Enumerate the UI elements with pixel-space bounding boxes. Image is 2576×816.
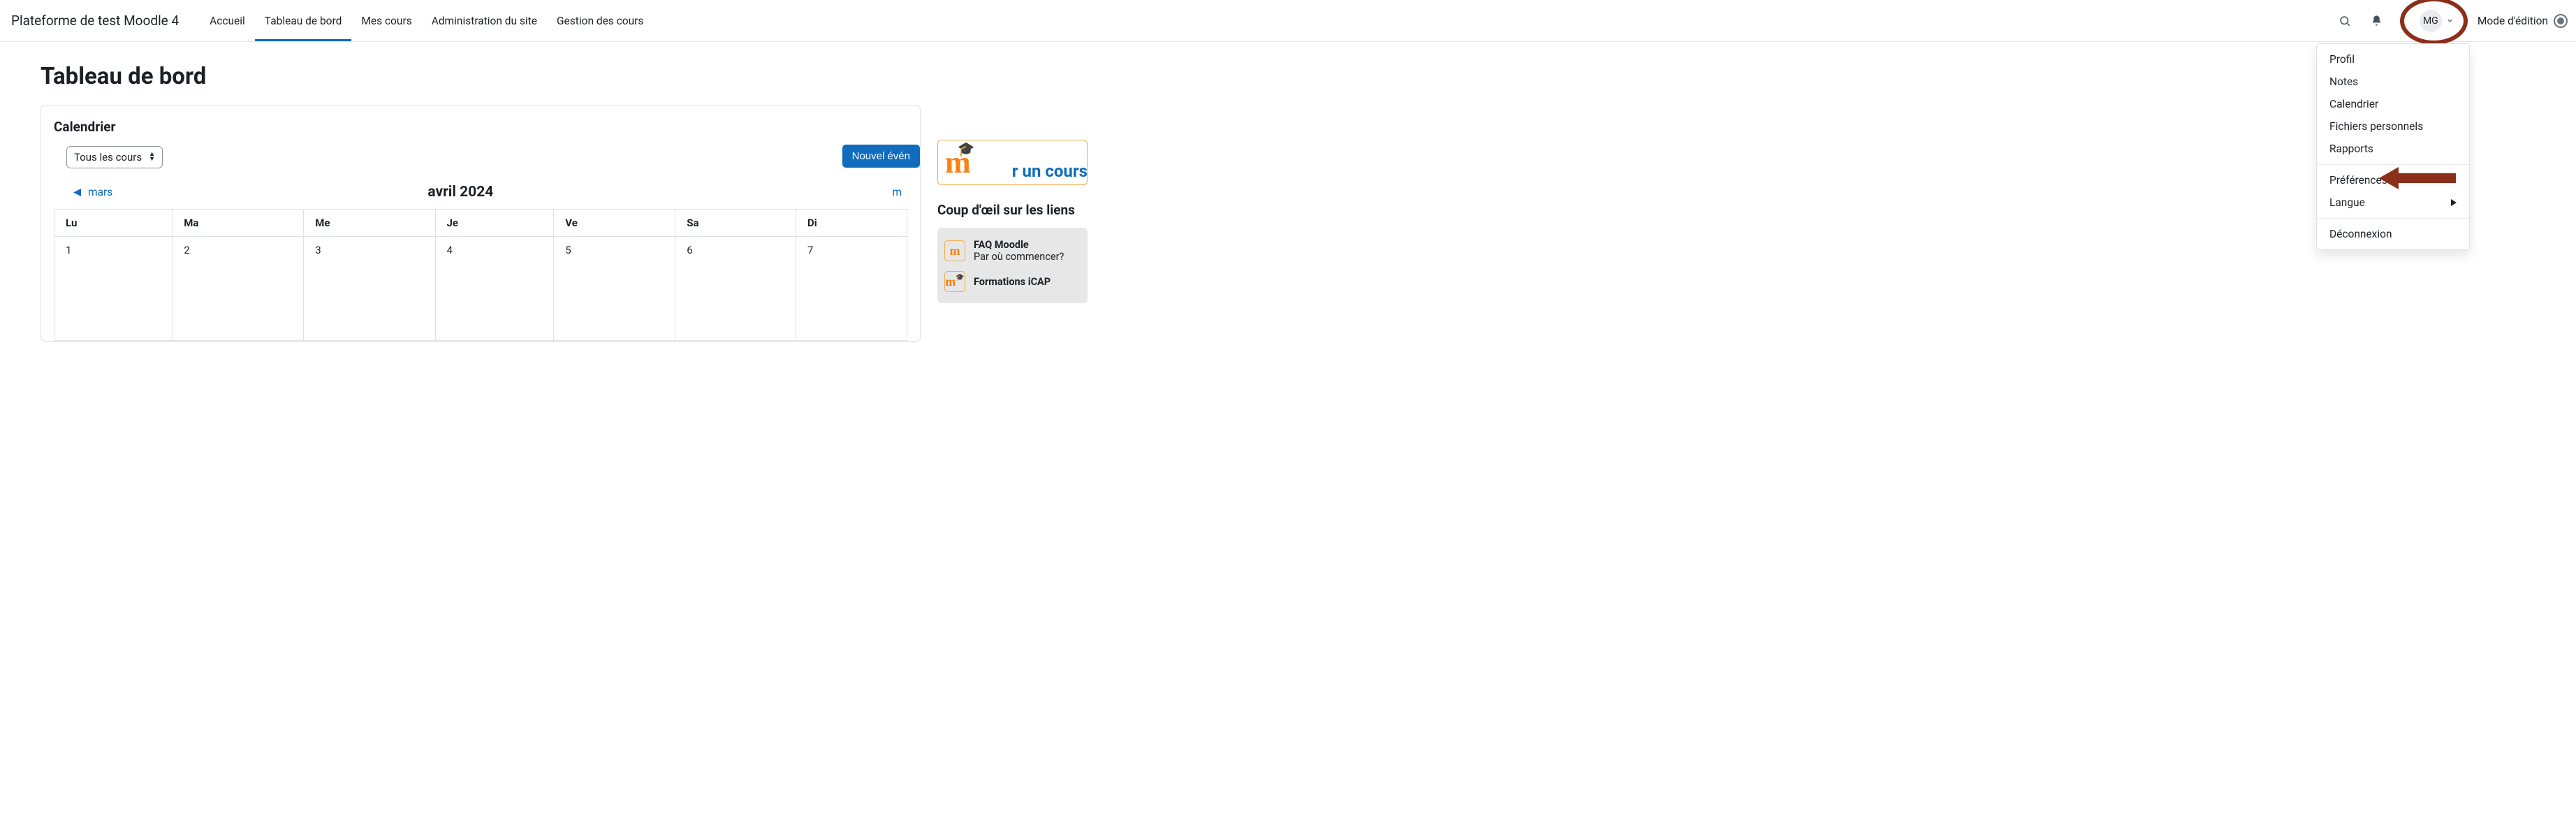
sort-icon: ▲▼: [149, 152, 155, 162]
next-month-cut[interactable]: m: [892, 186, 902, 198]
toggle-switch[interactable]: [2554, 14, 2568, 28]
main-region: Tableau de bord Calendrier Tous les cour…: [41, 63, 921, 342]
course-filter-label: Tous les cours: [74, 151, 142, 163]
day-header-me: Me: [304, 210, 435, 237]
day-header-je: Je: [435, 210, 554, 237]
nav-tableau-de-bord[interactable]: Tableau de bord: [255, 0, 352, 41]
menu-calendrier[interactable]: Calendrier: [2317, 93, 2469, 115]
link-faq-moodle[interactable]: m FAQ Moodle Par où commencer?: [944, 235, 1081, 267]
create-course-link-cut[interactable]: r un cours: [1012, 161, 1088, 181]
edit-mode-toggle[interactable]: Mode d'édition: [2468, 14, 2568, 28]
page-title: Tableau de bord: [41, 63, 921, 90]
day-header-ma: Ma: [173, 210, 304, 237]
moodle-logo-icon: m🎓: [945, 145, 971, 180]
menu-langue-label: Langue: [2329, 196, 2365, 209]
user-dropdown: Profil Notes Calendrier Fichiers personn…: [2316, 43, 2470, 250]
calendar-heading: Calendrier: [54, 119, 907, 135]
nav-mes-cours[interactable]: Mes cours: [351, 0, 421, 41]
day-header-di: Di: [796, 210, 907, 237]
menu-divider-1: [2317, 164, 2469, 165]
notifications-icon[interactable]: [2364, 8, 2390, 34]
course-filter-select[interactable]: Tous les cours ▲▼: [66, 146, 163, 168]
nav-accueil[interactable]: Accueil: [200, 0, 255, 41]
link-formations-icap[interactable]: m🎓 Formations iCAP: [944, 267, 1081, 296]
calendar-table: Lu Ma Me Je Ve Sa Di 1 2 3 4: [54, 209, 907, 341]
nav-gestion-cours[interactable]: Gestion des cours: [547, 0, 653, 41]
calendar-block: Calendrier Tous les cours ▲▼ Nouvel évén…: [41, 105, 921, 342]
menu-notes[interactable]: Notes: [2317, 71, 2469, 93]
menu-profil[interactable]: Profil: [2317, 48, 2469, 71]
cal-cell-1[interactable]: 1: [54, 237, 173, 341]
cal-cell-6[interactable]: 6: [675, 237, 796, 341]
cal-cell-2[interactable]: 2: [173, 237, 304, 341]
caret-left-icon: [73, 189, 81, 196]
quick-links-card: m FAQ Moodle Par où commencer? m🎓 Format…: [937, 228, 1088, 303]
nav-primary: Accueil Tableau de bord Mes cours Admini…: [200, 0, 653, 41]
quick-links-heading: Coup d'œil sur les liens: [937, 202, 1088, 218]
cal-cell-7[interactable]: 7: [796, 237, 907, 341]
search-icon[interactable]: [2332, 8, 2357, 34]
moodle-mini-icon: m: [944, 240, 965, 261]
cal-cell-4[interactable]: 4: [435, 237, 554, 341]
day-header-lu: Lu: [54, 210, 173, 237]
menu-langue[interactable]: Langue: [2317, 191, 2469, 214]
faq-subtitle: Par où commencer?: [974, 251, 1064, 263]
avatar: MG: [2420, 10, 2442, 32]
menu-divider-2: [2317, 218, 2469, 219]
calendar-monthbar: mars avril 2024 m: [54, 184, 907, 206]
user-menu-trigger[interactable]: MG: [2414, 6, 2459, 36]
chevron-down-icon: [2446, 17, 2454, 24]
new-event-button[interactable]: Nouvel évén: [842, 145, 920, 168]
cal-cell-5[interactable]: 5: [554, 237, 675, 341]
brand-link[interactable]: Plateforme de test Moodle 4: [11, 13, 193, 29]
page-body: Tableau de bord Calendrier Tous les cour…: [0, 42, 2576, 342]
aside-region: m🎓 r un cours Coup d'œil sur les liens m…: [937, 63, 1088, 342]
prev-month-label: mars: [88, 186, 112, 198]
user-menu-trigger-wrap: MG: [2413, 4, 2461, 38]
formations-label: Formations iCAP: [974, 276, 1051, 288]
cal-cell-3[interactable]: 3: [304, 237, 435, 341]
menu-fichiers-personnels[interactable]: Fichiers personnels: [2317, 115, 2469, 138]
menu-preferences[interactable]: Préférences: [2317, 169, 2469, 191]
navbar: Plateforme de test Moodle 4 Accueil Tabl…: [0, 0, 2576, 42]
nav-admin-site[interactable]: Administration du site: [422, 0, 547, 41]
prev-month-link[interactable]: mars: [73, 186, 112, 198]
nav-right: MG Mode d'édition: [2332, 4, 2568, 38]
moodle-mini-icon-2: m🎓: [944, 271, 965, 292]
menu-deconnexion[interactable]: Déconnexion: [2317, 223, 2469, 245]
chevron-right-icon: [2451, 199, 2457, 206]
faq-title: FAQ Moodle: [974, 239, 1029, 251]
edit-mode-label: Mode d'édition: [2478, 15, 2548, 27]
day-header-ve: Ve: [554, 210, 675, 237]
menu-rapports[interactable]: Rapports: [2317, 138, 2469, 160]
current-month: avril 2024: [427, 184, 493, 201]
day-header-sa: Sa: [675, 210, 796, 237]
